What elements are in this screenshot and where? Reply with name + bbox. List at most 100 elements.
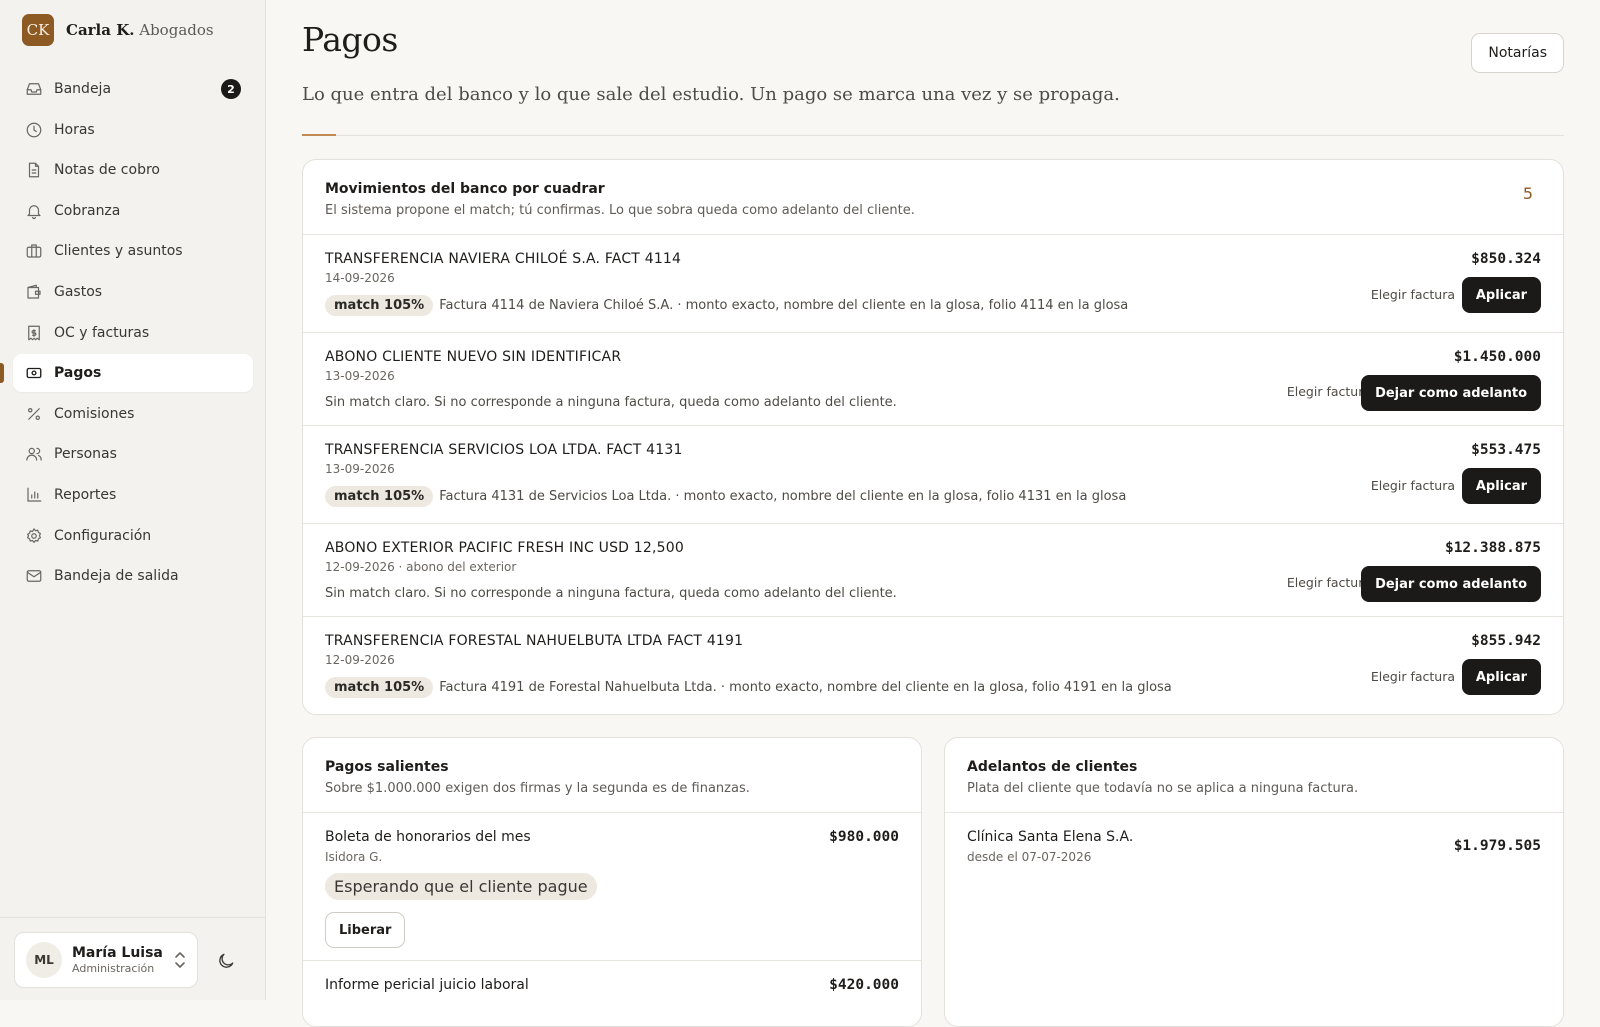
payment-title: Boleta de honorarios del mes [325,829,531,845]
apply-button[interactable]: Aplicar [1461,659,1541,695]
bank-movement-row: TRANSFERENCIA NAVIERA CHILOÉ S.A. FACT 4… [303,235,1563,333]
card-title: Movimientos del banco por cuadrar [325,181,605,197]
release-button[interactable]: Liberar [325,912,406,948]
gear-icon [25,527,43,545]
choose-invoice-button[interactable]: Elegir factura [1287,575,1371,590]
match-reason: Factura 4131 de Servicios Loa Ltda. · mo… [439,489,1127,504]
sidebar-item-label: Gastos [54,283,103,300]
bank-movements-card: Movimientos del banco por cuadrar El sis… [302,159,1564,715]
sidebar-item-label: Configuración [54,527,152,544]
header-divider [302,135,1564,136]
movement-amount: $553.475 [1471,442,1541,458]
sidebar-item-clientes-y-asuntos[interactable]: Clientes y asuntos [13,232,253,270]
percent-icon [25,405,43,423]
movement-description: TRANSFERENCIA NAVIERA CHILOÉ S.A. FACT 4… [325,251,682,267]
choose-invoice-button[interactable]: Elegir factura [1371,478,1455,493]
advance-amount: $1.979.505 [1453,838,1541,854]
sidebar-item-personas[interactable]: Personas [13,435,253,473]
match-badge: match 105% [325,295,434,316]
unread-badge: 2 [221,79,241,99]
card-header: Pagos salientes Sobre $1.000.000 exigen … [303,738,921,813]
movement-description: ABONO CLIENTE NUEVO SIN IDENTIFICAR [325,349,622,365]
brand[interactable]: CK Carla K. Abogados [22,14,214,46]
brand-name: Carla K. Abogados [66,21,214,39]
match-reason: Factura 4191 de Forestal Nahuelbuta Ltda… [439,680,1172,695]
apply-button[interactable]: Aplicar [1461,277,1541,313]
sidebar-item-reportes[interactable]: Reportes [13,476,253,514]
card-description: El sistema propone el match; tú confirma… [325,203,915,218]
user-name: María Luisa [72,945,163,961]
user-menu[interactable]: ML María Luisa Administración [14,932,198,988]
sidebar-item-comisiones[interactable]: Comisiones [13,395,253,433]
movement-match: match 105% Factura 4191 de Forestal Nahu… [325,677,1172,698]
page-subtitle: Lo que entra del banco y lo que sale del… [302,84,1120,105]
outgoing-payment-row: Informe pericial juicio laboral $420.000 [303,961,921,1021]
client-advance-row[interactable]: Clínica Santa Elena S.A. desde el 07-07-… [945,813,1563,883]
movement-no-match-note: Sin match claro. Si no corresponde a nin… [325,395,897,410]
brand-name-bold: Carla K. [66,21,135,39]
movement-match: match 105% Factura 4114 de Naviera Chilo… [325,295,1128,316]
bank-movement-row: ABONO CLIENTE NUEVO SIN IDENTIFICAR 13-0… [303,333,1563,426]
sidebar-item-horas[interactable]: Horas [13,111,253,149]
page-title: Pagos [302,20,398,59]
sidebar-item-label: Bandeja [54,81,112,97]
card-title: Adelantos de clientes [967,759,1138,775]
user-info: María Luisa Administración [72,945,163,975]
payment-amount: $980.000 [829,829,899,845]
sidebar-item-gastos[interactable]: Gastos [13,273,253,311]
sidebar-item-bandeja[interactable]: Bandeja 2 [13,70,253,108]
avatar: ML [26,942,62,978]
document-icon [25,161,43,179]
client-name: Clínica Santa Elena S.A. [967,829,1134,845]
movement-amount: $1.450.000 [1453,349,1541,365]
movement-no-match-note: Sin match claro. Si no corresponde a nin… [325,586,897,601]
bar-chart-icon [25,486,43,504]
sidebar-item-pagos[interactable]: Pagos [0,354,253,393]
brand-name-rest: Abogados [139,21,214,39]
sidebar-item-label: Notas de cobro [54,162,160,179]
clock-icon [25,121,43,139]
choose-invoice-button[interactable]: Elegir factura [1287,384,1371,399]
movement-amount: $855.942 [1471,633,1541,649]
user-role: Administración [72,962,155,975]
movement-match: match 105% Factura 4131 de Servicios Loa… [325,486,1126,507]
sidebar-item-label: Horas [54,121,95,138]
card-title: Pagos salientes [325,759,449,775]
header-divider-accent [302,134,336,136]
payment-amount: $420.000 [829,977,899,993]
sidebar-item-label: Personas [54,446,117,463]
mail-icon [25,567,43,585]
sidebar-item-bandeja-de-salida[interactable]: Bandeja de salida [13,557,253,595]
inbox-icon [25,80,43,98]
leave-as-advance-button[interactable]: Dejar como adelanto [1361,566,1541,602]
choose-invoice-button[interactable]: Elegir factura [1371,287,1455,302]
movement-description: TRANSFERENCIA FORESTAL NAHUELBUTA LTDA F… [325,633,744,649]
apply-button[interactable]: Aplicar [1461,468,1541,504]
sidebar-item-oc-y-facturas[interactable]: OC y facturas [13,314,253,352]
sidebar-item-configuracion[interactable]: Configuración [13,517,253,555]
pending-count: 5 [1522,184,1533,203]
sidebar-item-notas-de-cobro[interactable]: Notas de cobro [13,151,253,189]
bank-movement-row: TRANSFERENCIA FORESTAL NAHUELBUTA LTDA F… [303,617,1563,713]
movement-date: 13-09-2026 [325,369,395,383]
match-badge: match 105% [325,486,434,507]
main-content: Pagos Lo que entra del banco y lo que sa… [302,0,1564,1027]
outgoing-payment-row: Boleta de honorarios del mes Isidora G. … [303,813,921,961]
moon-icon[interactable] [216,951,236,971]
sidebar-item-label: Reportes [54,486,117,503]
sidebar-item-label: Comisiones [54,405,135,422]
sidebar-item-label: OC y facturas [54,324,150,341]
card-description: Plata del cliente que todavía no se apli… [967,781,1359,796]
movement-amount: $12.388.875 [1444,540,1541,556]
notarias-button[interactable]: Notarías [1471,33,1564,73]
leave-as-advance-button[interactable]: Dejar como adelanto [1361,375,1541,411]
sidebar-nav: Bandeja 2 Horas Notas de cobro Cobranza … [0,70,253,598]
advance-since: desde el 07-07-2026 [967,850,1092,864]
invoice-icon [25,324,43,342]
sidebar-item-cobranza[interactable]: Cobranza [13,192,253,230]
movement-date: 13-09-2026 [325,462,395,476]
movement-date: 14-09-2026 [325,271,395,285]
movement-date: 12-09-2026 · abono del exterior [325,560,517,574]
choose-invoice-button[interactable]: Elegir factura [1371,669,1455,684]
payment-person: Isidora G. [325,850,383,864]
